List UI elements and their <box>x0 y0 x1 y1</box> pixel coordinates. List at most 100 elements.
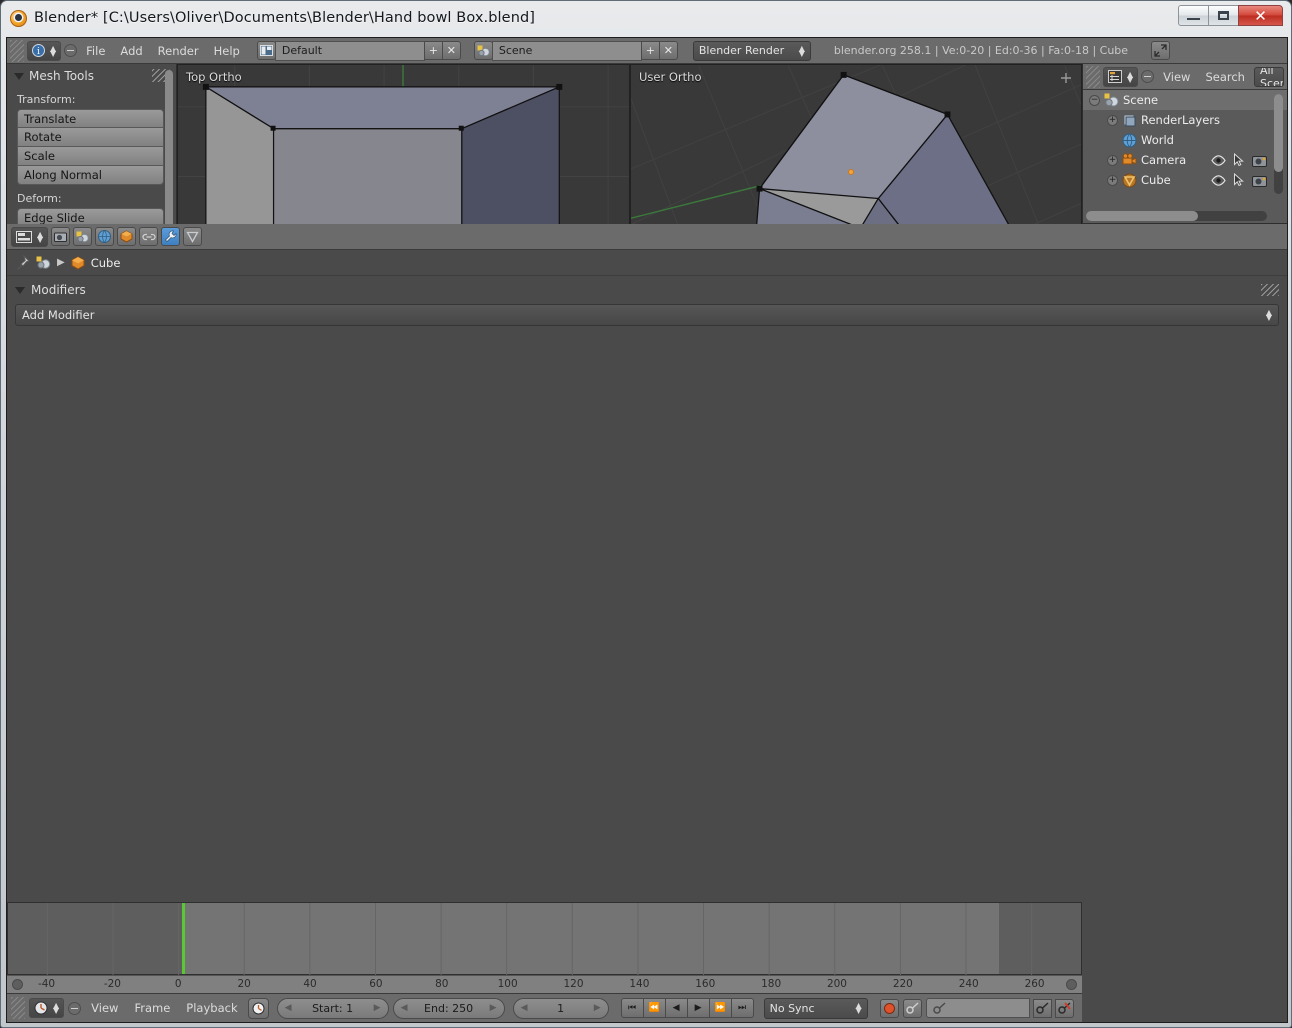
menu-playback[interactable]: Playback <box>180 1001 243 1015</box>
editor-type-outliner-button[interactable]: ▲▼ <box>1103 67 1138 87</box>
outliner-row-scene[interactable]: −Scene <box>1083 90 1287 110</box>
delete-layout-button[interactable]: ✕ <box>442 41 461 60</box>
current-frame-field[interactable]: ◀ 1 ▶ <box>513 998 609 1019</box>
mesh-tools-panel-header[interactable]: Mesh Tools <box>7 64 176 86</box>
scene-name-field[interactable]: Scene <box>492 41 642 61</box>
start-frame-field[interactable]: ◀ Start: 1 ▶ <box>277 998 389 1019</box>
collapse-menu-icon[interactable] <box>68 1002 81 1015</box>
display-mode-dropdown[interactable]: All Scen <box>1254 67 1284 87</box>
menu-view[interactable]: View <box>85 1001 124 1015</box>
tab-render[interactable] <box>51 227 70 246</box>
tab-constraints[interactable] <box>139 227 158 246</box>
new-scene-button[interactable]: + <box>641 41 660 60</box>
menu-view[interactable]: View <box>1157 70 1196 84</box>
render-engine-dropdown[interactable]: Blender Render ▲▼ <box>693 41 811 61</box>
ruler-right-handle[interactable] <box>1066 979 1077 990</box>
menu-render[interactable]: Render <box>152 44 205 58</box>
ruler-tick-label: -40 <box>38 978 55 990</box>
expand-icon[interactable]: + <box>1107 175 1118 186</box>
collapse-menu-icon[interactable] <box>1141 70 1154 83</box>
timeline-ruler[interactable]: -40-200204060801001201401601802002202402… <box>7 975 1082 993</box>
mesh-tools-title: Mesh Tools <box>29 69 94 83</box>
render-camera-icon[interactable] <box>1252 174 1267 187</box>
timeline-playhead[interactable] <box>182 903 185 974</box>
outliner-row-cube[interactable]: +Cube <box>1083 170 1287 190</box>
tab-data[interactable] <box>183 227 202 246</box>
cursor-arrow-icon[interactable] <box>1233 153 1245 167</box>
menu-search[interactable]: Search <box>1199 70 1251 84</box>
header-grip[interactable] <box>1086 66 1100 88</box>
ruler-left-handle[interactable] <box>12 979 23 990</box>
spin-arrows-icon: ▲▼ <box>1127 72 1133 82</box>
tool-button-scale[interactable]: Scale <box>17 147 164 166</box>
step-back-button[interactable]: ⏪ <box>643 998 666 1018</box>
expand-icon[interactable]: + <box>1107 115 1118 126</box>
add-modifier-dropdown[interactable]: Add Modifier ▲▼ <box>15 304 1279 326</box>
play-button[interactable]: ▶ <box>687 998 710 1018</box>
scene-icon[interactable] <box>474 41 493 60</box>
outliner-row-camera[interactable]: +Camera <box>1083 150 1287 170</box>
modifiers-panel-header[interactable]: Modifiers <box>7 276 1287 301</box>
scene-icon[interactable] <box>36 256 51 270</box>
auto-keyframe-button[interactable] <box>880 999 899 1018</box>
tool-button-along-normal[interactable]: Along Normal <box>17 166 164 185</box>
increment-arrow-icon[interactable]: ▶ <box>490 1003 497 1013</box>
increment-arrow-icon[interactable]: ▶ <box>594 1003 601 1013</box>
decrement-arrow-icon[interactable]: ◀ <box>401 1003 408 1013</box>
menu-file[interactable]: File <box>80 44 111 58</box>
maximize-button[interactable] <box>1208 5 1239 26</box>
outliner-row-renderlayers[interactable]: +RenderLayers <box>1083 110 1287 130</box>
delete-scene-button[interactable]: ✕ <box>659 41 678 60</box>
close-button[interactable]: ✕ <box>1238 5 1283 26</box>
menu-frame[interactable]: Frame <box>128 1001 176 1015</box>
fullscreen-toggle-button[interactable] <box>1151 41 1170 60</box>
render-camera-icon[interactable] <box>1252 154 1267 167</box>
tool-button-rotate[interactable]: Rotate <box>17 128 164 147</box>
sync-mode-dropdown[interactable]: No Sync ▲▼ <box>764 998 868 1019</box>
jump-to-end-button[interactable]: ⏭ <box>731 998 754 1018</box>
cursor-arrow-icon[interactable] <box>1233 173 1245 187</box>
spin-arrows-icon: ▲▼ <box>37 232 43 242</box>
minimize-button[interactable] <box>1178 5 1209 26</box>
tab-object[interactable] <box>117 227 136 246</box>
decrement-arrow-icon[interactable]: ◀ <box>521 1003 528 1013</box>
collapse-icon[interactable]: − <box>1089 95 1100 106</box>
tab-modifiers[interactable] <box>161 227 180 246</box>
menu-add[interactable]: Add <box>114 44 148 58</box>
jump-to-start-button[interactable]: ⏮ <box>621 998 644 1018</box>
tab-scene[interactable] <box>73 227 92 246</box>
editor-type-properties-button[interactable]: ▲▼ <box>11 227 48 247</box>
timeline-canvas[interactable] <box>7 902 1082 975</box>
use-preview-range-button[interactable] <box>248 998 269 1019</box>
tool-button-translate[interactable]: Translate <box>17 109 164 128</box>
play-reverse-button[interactable]: ◀ <box>665 998 688 1018</box>
header-grip[interactable] <box>11 997 25 1019</box>
renderlayers-icon <box>1122 113 1137 128</box>
expand-icon[interactable]: + <box>1107 155 1118 166</box>
header-grip[interactable] <box>10 40 24 62</box>
screen-layout-icon[interactable] <box>257 41 276 60</box>
eye-icon[interactable] <box>1211 174 1226 187</box>
increment-arrow-icon[interactable]: ▶ <box>374 1003 381 1013</box>
new-layout-button[interactable]: + <box>424 41 443 60</box>
step-forward-button[interactable]: ⏩ <box>709 998 732 1018</box>
remove-keyingset-button[interactable] <box>1055 999 1074 1018</box>
outliner-row-world[interactable]: World <box>1083 130 1287 150</box>
keyingset-magnet-button[interactable] <box>903 999 922 1018</box>
pin-icon[interactable] <box>15 255 30 270</box>
end-frame-field[interactable]: ◀ End: 250 ▶ <box>393 998 505 1019</box>
eye-icon[interactable] <box>1211 154 1226 167</box>
decrement-arrow-icon[interactable]: ◀ <box>285 1003 292 1013</box>
screen-layout-field[interactable]: Default <box>275 41 425 61</box>
add-keyingset-button[interactable] <box>1033 999 1052 1018</box>
collapse-menu-icon[interactable] <box>64 44 77 57</box>
outliner-vertical-scrollbar[interactable] <box>1274 94 1283 194</box>
editor-type-timeline-button[interactable]: ▲▼ <box>29 998 64 1018</box>
ruler-tick-label: 80 <box>435 978 448 990</box>
keying-set-field[interactable] <box>926 998 1030 1018</box>
tab-world[interactable] <box>95 227 114 246</box>
viewport-plus-icon[interactable] <box>1059 71 1073 85</box>
editor-type-info-button[interactable]: i ▲▼ <box>27 41 61 61</box>
menu-help[interactable]: Help <box>208 44 246 58</box>
outliner-horizontal-scrollbar[interactable] <box>1086 211 1267 221</box>
